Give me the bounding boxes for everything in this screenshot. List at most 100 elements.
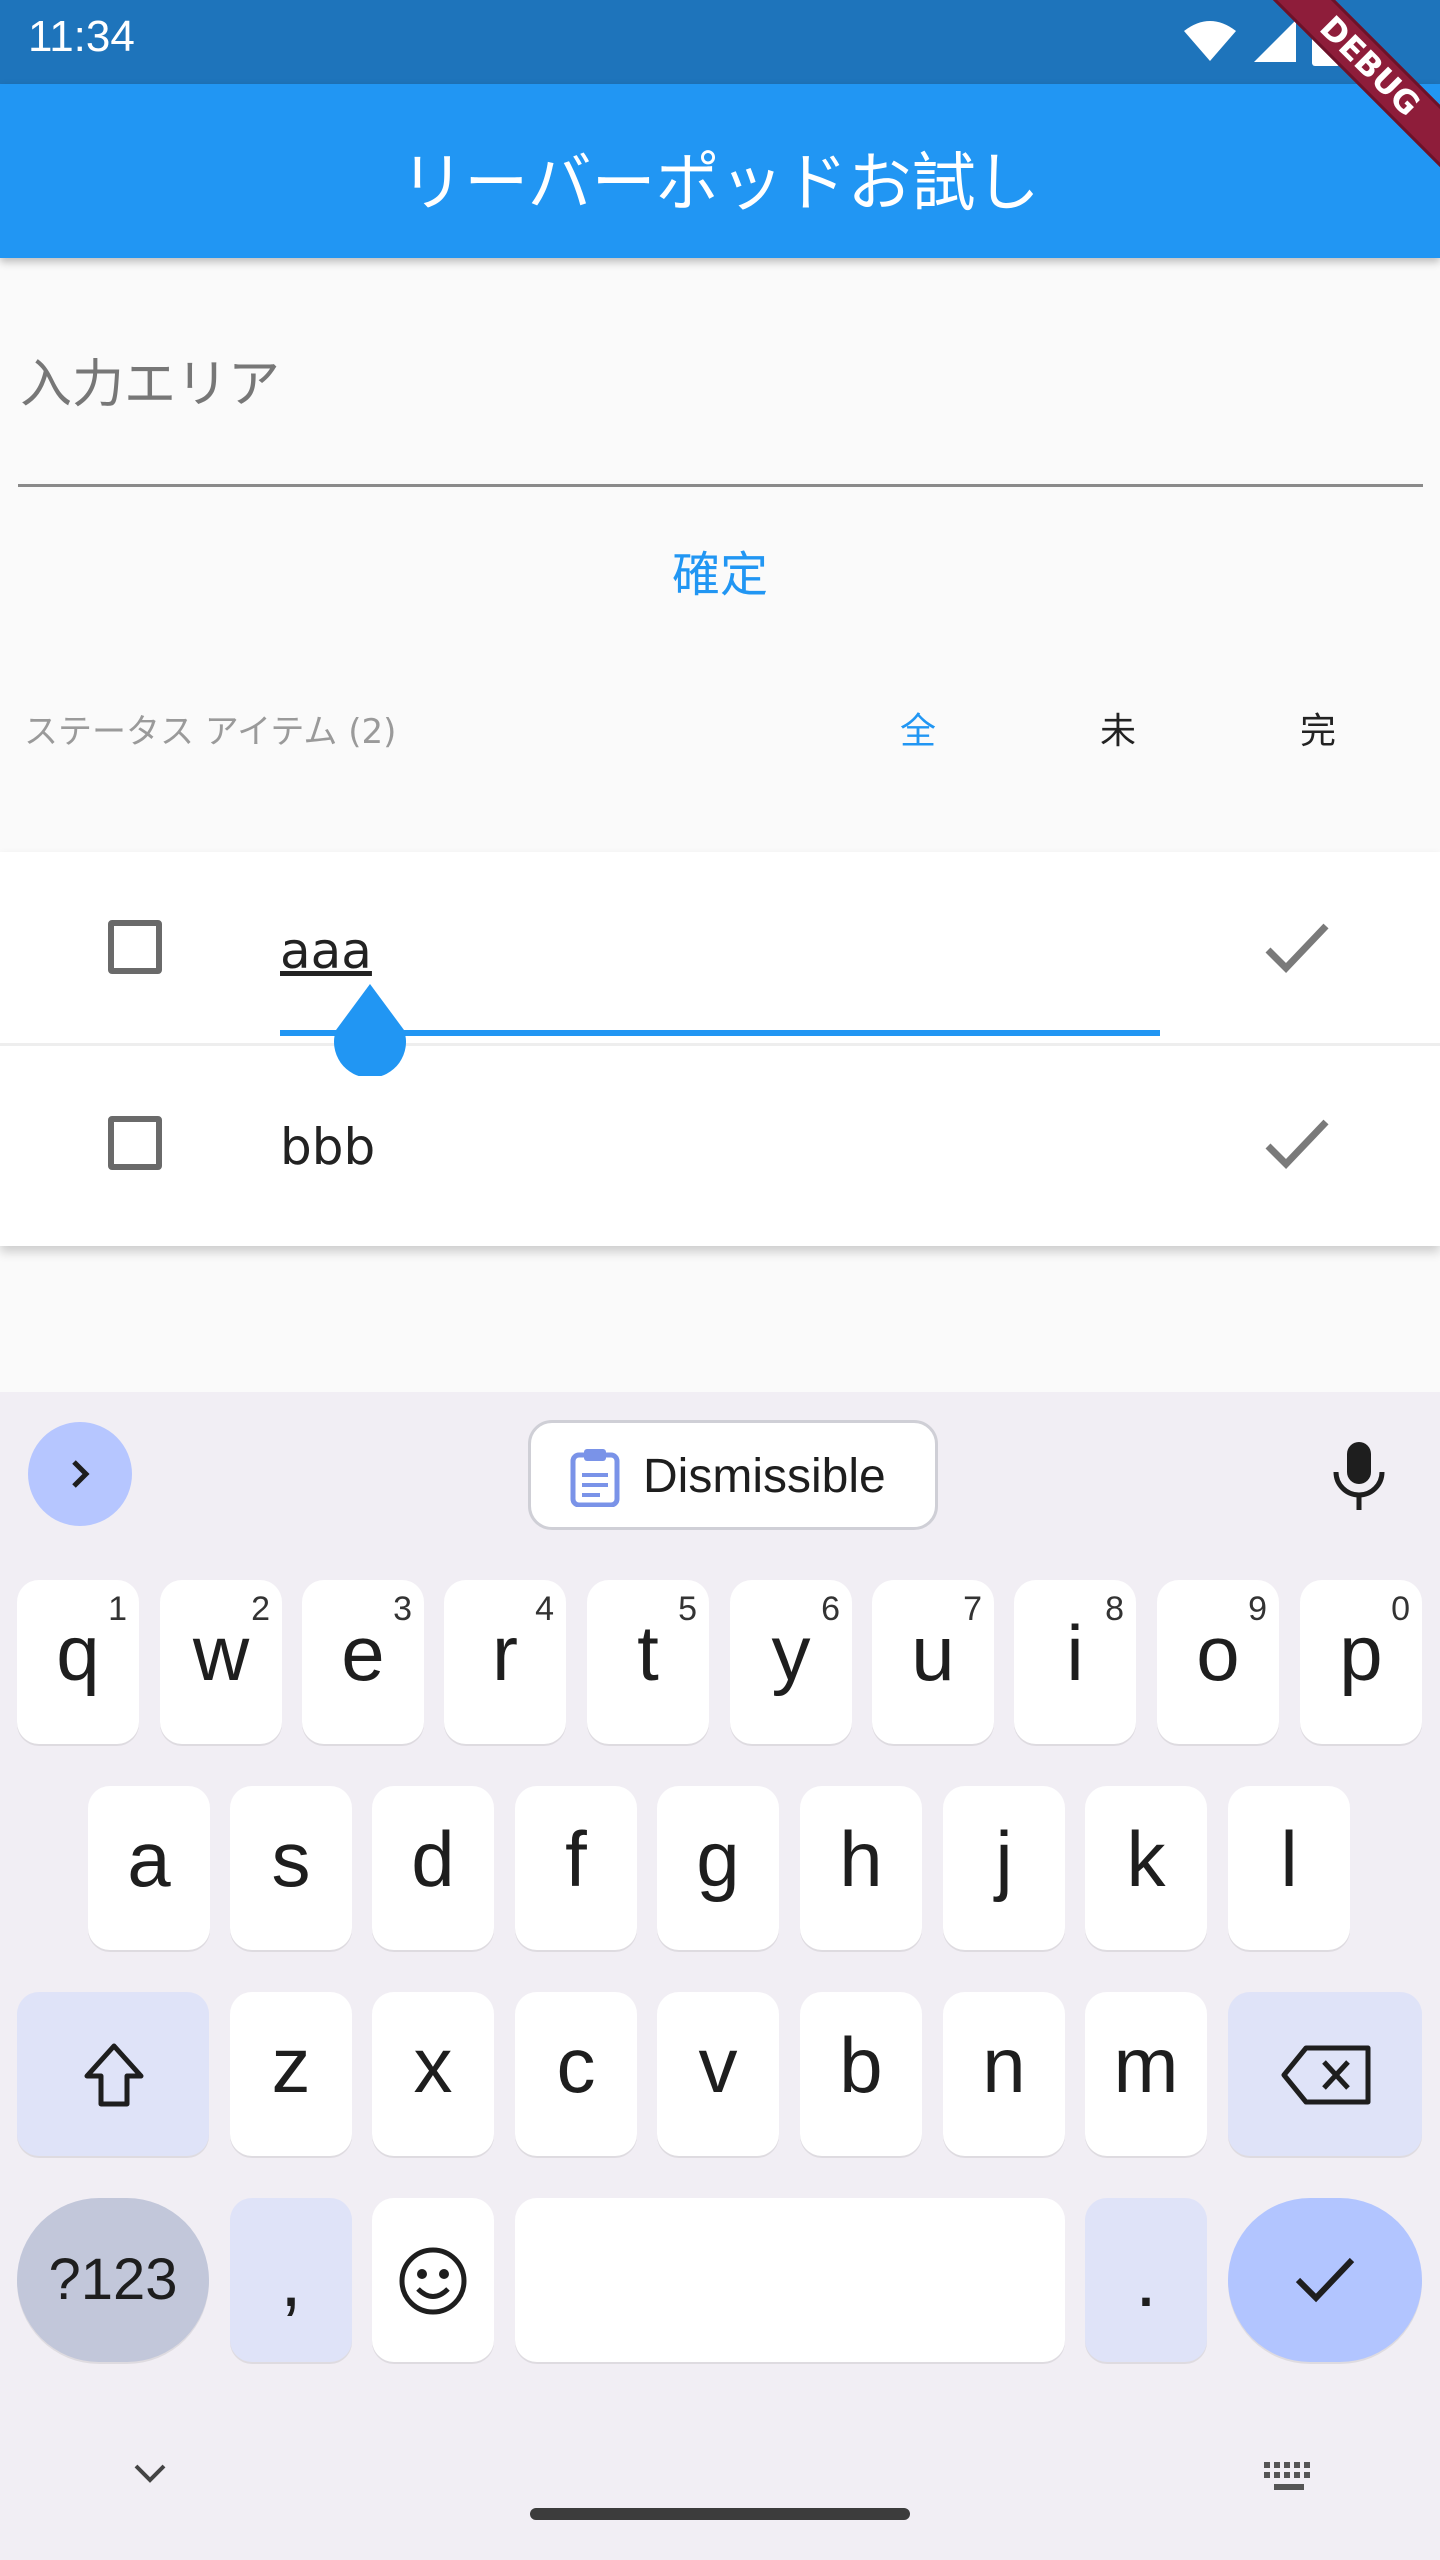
signal-icon bbox=[1254, 20, 1296, 62]
key-q[interactable]: q1 bbox=[17, 1580, 139, 1744]
key-char: ?123 bbox=[48, 2247, 178, 2312]
hide-keyboard-chevron-icon[interactable] bbox=[132, 2462, 168, 2486]
shift-key[interactable] bbox=[17, 1992, 209, 2156]
item-text-editable[interactable]: aaa bbox=[280, 922, 372, 980]
key-x[interactable]: x bbox=[372, 1992, 494, 2156]
home-indicator[interactable] bbox=[530, 2508, 910, 2520]
list-item: aaa bbox=[0, 852, 1440, 1046]
key-hint: 3 bbox=[393, 1590, 412, 1628]
key-f[interactable]: f bbox=[515, 1786, 637, 1950]
soft-keyboard bbox=[0, 1392, 1440, 2560]
key-z[interactable]: z bbox=[230, 1992, 352, 2156]
key-char: s bbox=[271, 1815, 311, 1903]
emoji-key[interactable] bbox=[372, 2198, 494, 2362]
key-char: b bbox=[839, 2021, 883, 2109]
symbols-key[interactable]: ?123 bbox=[17, 2198, 209, 2362]
status-row: ステータス アイテム (2) 全 未 完 bbox=[0, 680, 1440, 770]
key-v[interactable]: v bbox=[657, 1992, 779, 2156]
comma-key[interactable]: , bbox=[230, 2198, 352, 2362]
key-char: z bbox=[271, 2021, 311, 2109]
key-char: k bbox=[1126, 1815, 1166, 1903]
key-char: c bbox=[556, 2021, 596, 2109]
key-hint: 8 bbox=[1105, 1590, 1124, 1628]
key-w[interactable]: w2 bbox=[160, 1580, 282, 1744]
list-item: bbb bbox=[0, 1048, 1440, 1242]
backspace-icon bbox=[1281, 2045, 1371, 2105]
key-t[interactable]: t5 bbox=[587, 1580, 709, 1744]
confirm-button[interactable]: 確定 bbox=[620, 535, 820, 605]
text-selection-handle[interactable] bbox=[330, 980, 410, 1076]
check-icon bbox=[1295, 2257, 1355, 2303]
filter-all-button[interactable]: 全 bbox=[878, 702, 958, 754]
key-e[interactable]: e3 bbox=[302, 1580, 424, 1744]
key-g[interactable]: g bbox=[657, 1786, 779, 1950]
chevron-right-icon bbox=[72, 1460, 90, 1488]
key-char: m bbox=[1113, 2021, 1179, 2109]
space-key[interactable] bbox=[515, 2198, 1065, 2362]
emoji-icon bbox=[399, 2247, 467, 2315]
item-text[interactable]: bbb bbox=[280, 1118, 375, 1176]
keyboard-expand-button[interactable] bbox=[28, 1422, 132, 1526]
key-c[interactable]: c bbox=[515, 1992, 637, 2156]
key-i[interactable]: i8 bbox=[1014, 1580, 1136, 1744]
key-hint: 2 bbox=[251, 1590, 270, 1628]
clipboard-suggestion-chip[interactable]: Dismissible bbox=[528, 1420, 938, 1530]
key-char: l bbox=[1280, 1815, 1298, 1903]
text-input-field[interactable]: 入力エリア bbox=[18, 320, 1423, 487]
backspace-key[interactable] bbox=[1228, 1992, 1422, 2156]
key-hint: 0 bbox=[1391, 1590, 1410, 1628]
key-char: f bbox=[565, 1815, 587, 1903]
page-title: リーバーポッドお試し bbox=[400, 147, 1040, 221]
key-d[interactable]: d bbox=[372, 1786, 494, 1950]
key-hint: 4 bbox=[535, 1590, 554, 1628]
filter-complete-button[interactable]: 完 bbox=[1278, 702, 1358, 754]
text-cursor-underline bbox=[280, 1030, 1160, 1036]
item-list: aaa bbb bbox=[0, 852, 1440, 1246]
status-bar: 11:34 bbox=[0, 0, 1440, 84]
wifi-icon bbox=[1184, 21, 1236, 61]
key-char: h bbox=[839, 1815, 883, 1903]
key-p[interactable]: p0 bbox=[1300, 1580, 1422, 1744]
item-checkbox[interactable] bbox=[108, 1116, 162, 1170]
key-s[interactable]: s bbox=[230, 1786, 352, 1950]
key-hint: 9 bbox=[1248, 1590, 1267, 1628]
key-char: j bbox=[995, 1815, 1013, 1903]
key-u[interactable]: u7 bbox=[872, 1580, 994, 1744]
period-key[interactable]: . bbox=[1085, 2198, 1207, 2362]
key-o[interactable]: o9 bbox=[1157, 1580, 1279, 1744]
keyboard-switch-icon[interactable] bbox=[1262, 2460, 1318, 2494]
key-char: . bbox=[1135, 2235, 1157, 2323]
key-char: n bbox=[982, 2021, 1026, 2109]
key-k[interactable]: k bbox=[1085, 1786, 1207, 1950]
key-b[interactable]: b bbox=[800, 1992, 922, 2156]
clipboard-icon bbox=[570, 1449, 620, 1507]
key-char: g bbox=[696, 1815, 740, 1903]
key-y[interactable]: y6 bbox=[730, 1580, 852, 1744]
key-char: v bbox=[698, 2021, 738, 2109]
app-bar: リーバーポッドお試し bbox=[0, 84, 1440, 258]
key-char: x bbox=[413, 2021, 453, 2109]
key-r[interactable]: r4 bbox=[444, 1580, 566, 1744]
key-hint: 5 bbox=[678, 1590, 697, 1628]
key-char: , bbox=[280, 2235, 302, 2323]
key-h[interactable]: h bbox=[800, 1786, 922, 1950]
shift-icon bbox=[84, 2043, 144, 2107]
key-m[interactable]: m bbox=[1085, 1992, 1207, 2156]
key-a[interactable]: a bbox=[88, 1786, 210, 1950]
key-l[interactable]: l bbox=[1228, 1786, 1350, 1950]
item-checkbox[interactable] bbox=[108, 920, 162, 974]
check-icon[interactable] bbox=[1262, 1114, 1332, 1174]
enter-key[interactable] bbox=[1228, 2198, 1422, 2362]
key-j[interactable]: j bbox=[943, 1786, 1065, 1950]
key-hint: 7 bbox=[963, 1590, 982, 1628]
status-label: ステータス アイテム (2) bbox=[24, 712, 397, 752]
input-placeholder: 入力エリア bbox=[20, 355, 281, 415]
check-icon[interactable] bbox=[1262, 918, 1332, 978]
key-hint: 6 bbox=[821, 1590, 840, 1628]
divider bbox=[0, 1043, 1440, 1046]
key-n[interactable]: n bbox=[943, 1992, 1065, 2156]
filter-incomplete-button[interactable]: 未 bbox=[1078, 702, 1158, 754]
key-char: d bbox=[411, 1815, 455, 1903]
status-time: 11:34 bbox=[28, 12, 135, 61]
microphone-icon[interactable] bbox=[1328, 1440, 1390, 1514]
